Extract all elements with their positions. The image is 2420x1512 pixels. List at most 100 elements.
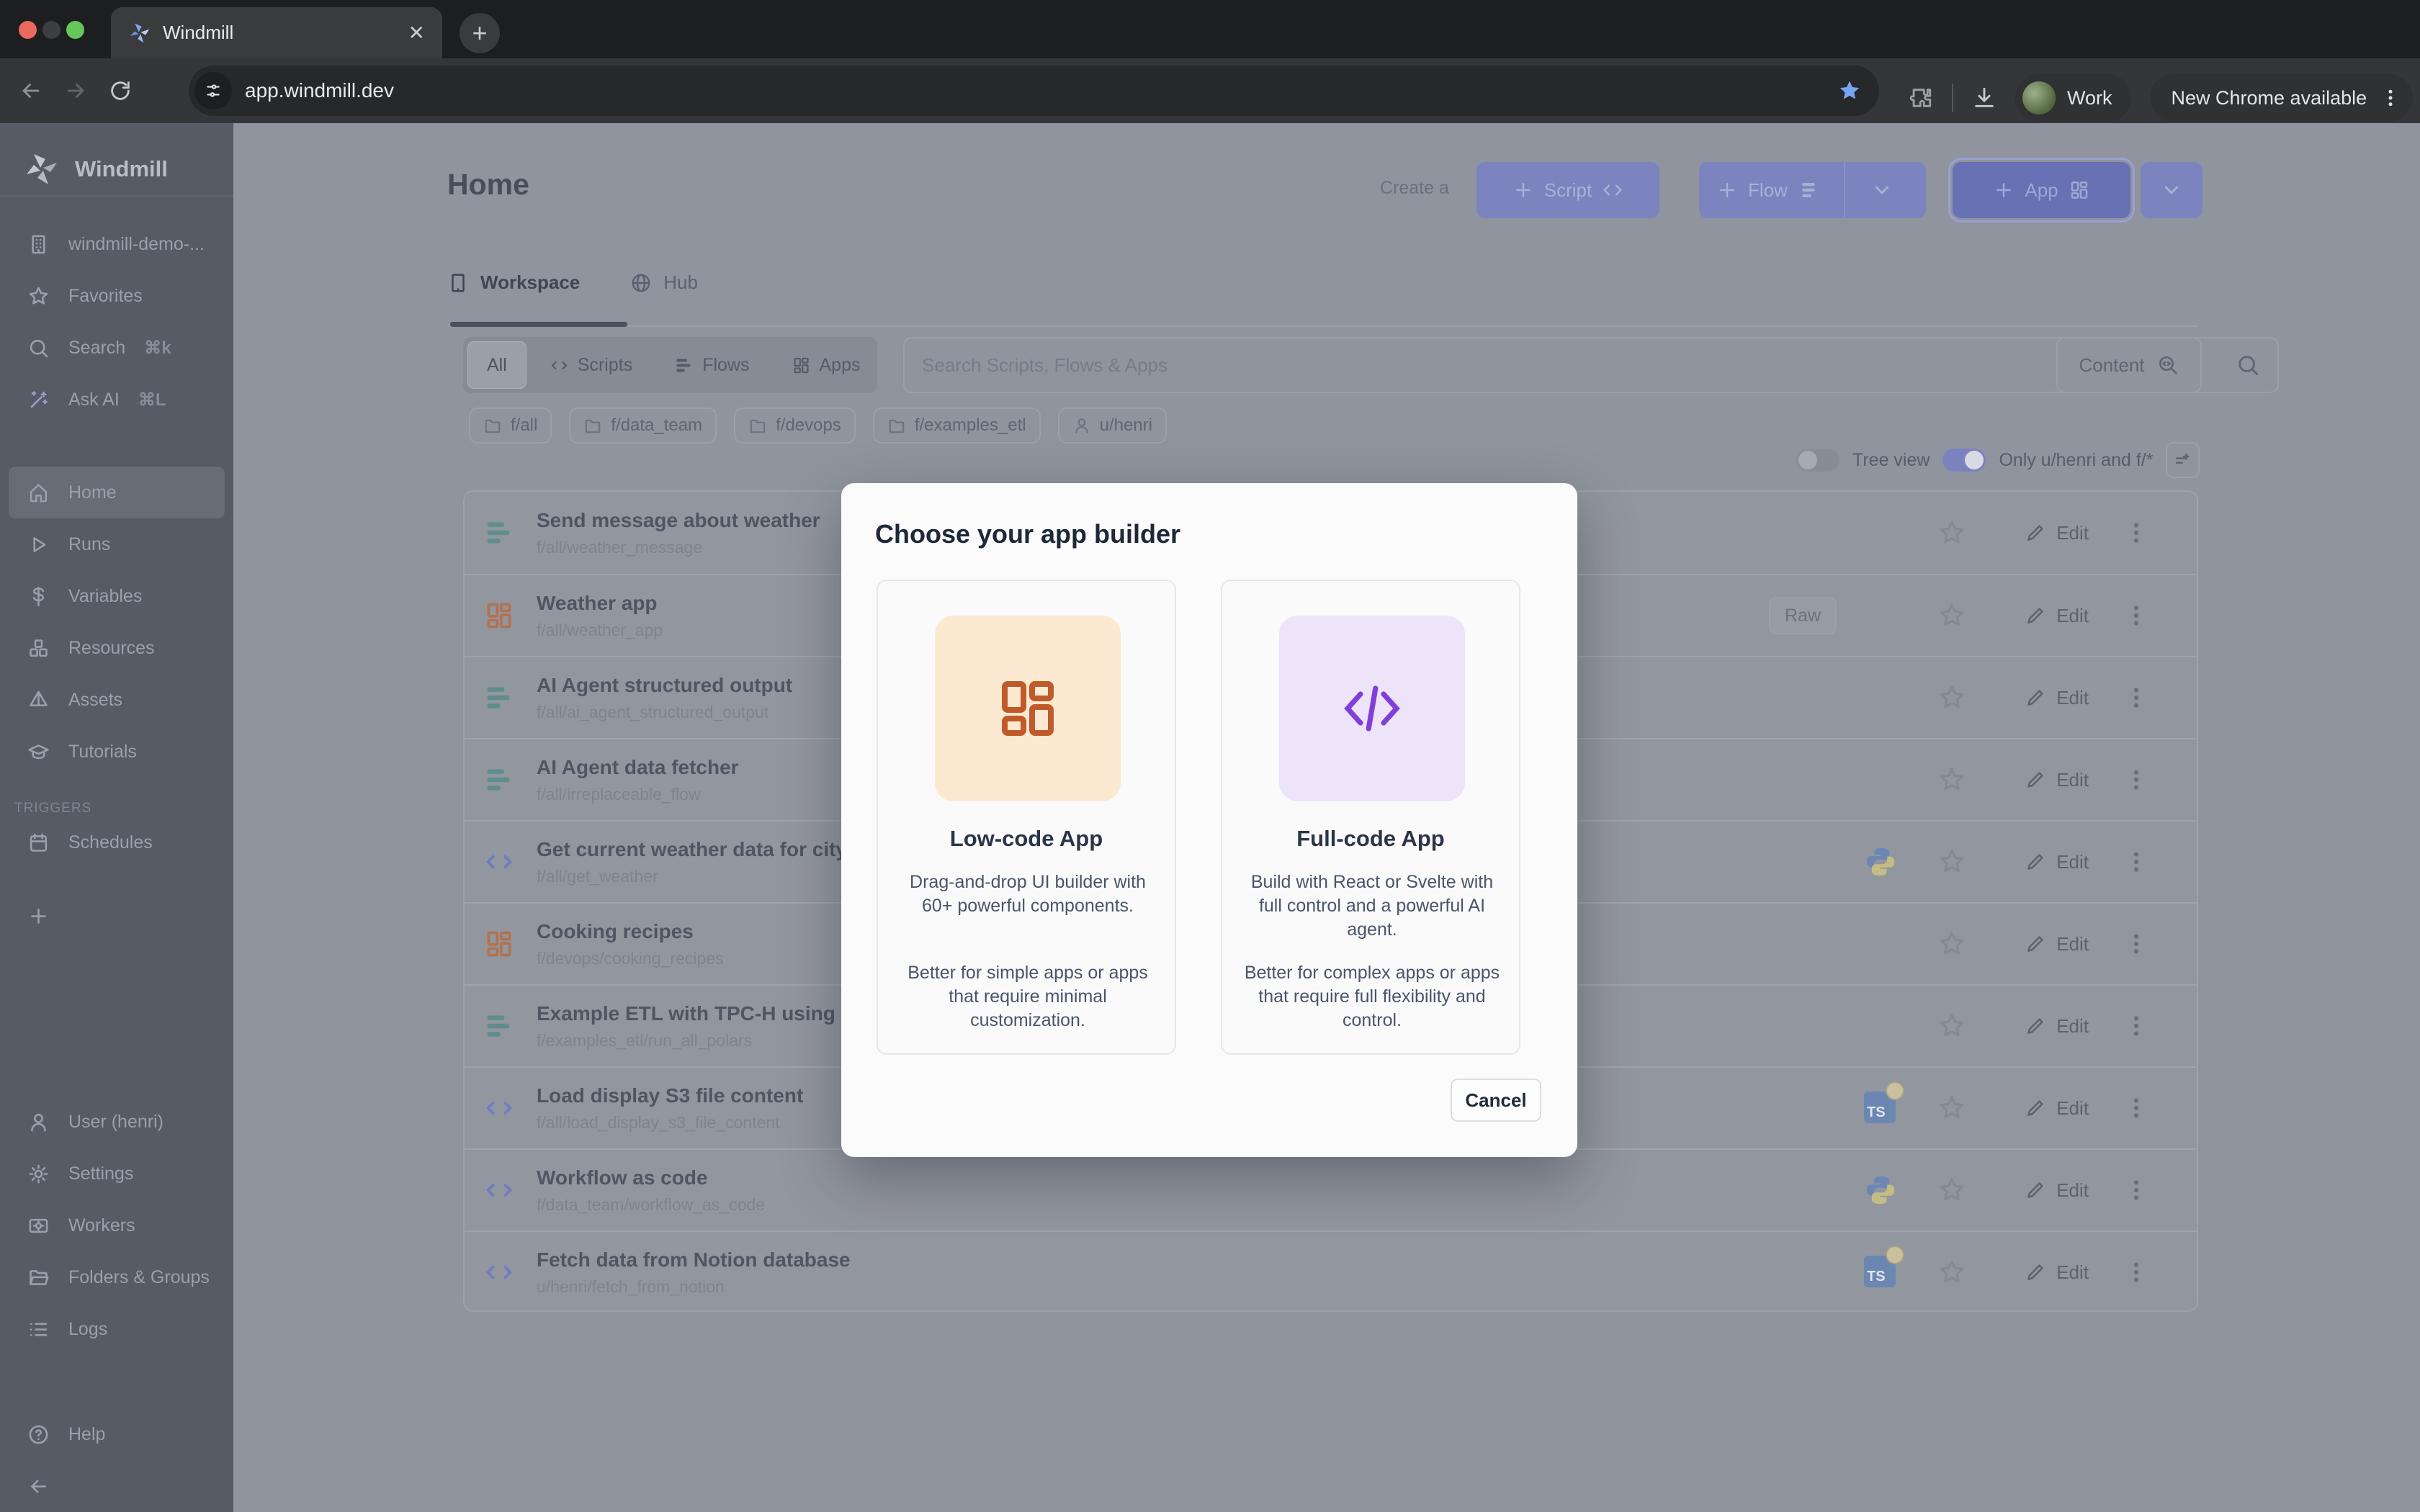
chip-label: u/henri: [1100, 415, 1152, 436]
row-menu-kebab-icon: [2123, 1176, 2149, 1205]
sidebar-triggers-group: Schedules: [0, 816, 233, 868]
address-bar[interactable]: app.windmill.dev: [189, 66, 1879, 116]
list-item[interactable]: Fetch data from Notion databaseu/henri/f…: [465, 1230, 2197, 1312]
ts-box: TS: [1864, 1092, 1896, 1123]
extensions-puzzle-icon[interactable]: [1909, 86, 1933, 110]
list-item[interactable]: Workflow as codef/data_team/workflow_as_…: [465, 1148, 2197, 1230]
close-window-button[interactable]: [19, 21, 37, 39]
filter-scripts[interactable]: Scripts: [531, 341, 651, 389]
chrome-update-chip[interactable]: New Chrome available: [2150, 74, 2414, 122]
chip-f-all[interactable]: f/all: [469, 408, 552, 444]
edit-button[interactable]: Edit: [2025, 769, 2089, 791]
sidebar-item-resources[interactable]: Resources: [0, 622, 233, 674]
zoom-window-button[interactable]: [66, 21, 84, 39]
chip-f-devops[interactable]: f/devops: [734, 408, 856, 444]
sidebar-item-runs[interactable]: Runs: [0, 518, 233, 570]
chip-f-data-team[interactable]: f/data_team: [569, 408, 717, 444]
chip-f-examples-etl[interactable]: f/examples_etl: [873, 408, 1041, 444]
owner-filter-toggle[interactable]: [1942, 449, 1986, 472]
item-path: f/all/load_display_s3_file_content: [537, 1113, 803, 1133]
row-menu-kebab-icon: [2123, 1012, 2149, 1040]
create-app-dropdown-button[interactable]: [2141, 162, 2202, 218]
downloads-icon[interactable]: [1972, 86, 1996, 110]
profile-chip[interactable]: Work: [2015, 74, 2131, 122]
ts-box: TS: [1864, 1256, 1896, 1287]
favorite-star-icon: [1937, 683, 1966, 712]
edit-label: Edit: [2056, 769, 2089, 791]
edit-button[interactable]: Edit: [2025, 851, 2089, 873]
filter-flows[interactable]: Flows: [655, 341, 768, 389]
sidebar-add-button[interactable]: [0, 890, 233, 942]
sidebar-item-settings[interactable]: Settings: [0, 1148, 233, 1200]
advanced-filter-button[interactable]: [2166, 442, 2200, 478]
forward-icon[interactable]: [63, 78, 88, 103]
play-icon: [27, 534, 50, 556]
tab-hub[interactable]: Hub: [630, 271, 698, 294]
url-text[interactable]: app.windmill.dev: [245, 79, 1837, 102]
view-options-row: Tree view Only u/henri and f/*: [1796, 443, 2200, 477]
sidebar-item-logs[interactable]: Logs: [0, 1303, 233, 1355]
sidebar-item-ask-ai[interactable]: Ask AI⌘L: [0, 374, 233, 426]
tab-workspace[interactable]: Workspace: [447, 271, 580, 294]
site-settings-icon[interactable]: [194, 72, 232, 109]
sidebar-item-label: Search: [68, 338, 125, 359]
reload-icon[interactable]: [108, 78, 133, 103]
tab-close-icon[interactable]: ✕: [408, 21, 425, 45]
sidebar-item-favorites[interactable]: Favorites: [0, 270, 233, 322]
edit-button[interactable]: Edit: [2025, 1015, 2089, 1038]
edit-button[interactable]: Edit: [2025, 933, 2089, 955]
back-icon[interactable]: [19, 78, 43, 103]
content-search-button[interactable]: Content: [2056, 337, 2202, 393]
sidebar-item-search[interactable]: Search ⌘k: [0, 322, 233, 374]
edit-button[interactable]: Edit: [2025, 1261, 2089, 1284]
edit-button[interactable]: Edit: [2025, 1097, 2089, 1120]
item-path: f/all/ai_agent_structured_output: [537, 703, 792, 722]
create-script-button[interactable]: Script: [1476, 162, 1659, 218]
sidebar-item-windmill-demo[interactable]: windmill-demo-...: [0, 218, 233, 270]
wand-icon: [27, 389, 50, 411]
browser-toolbar: app.windmill.dev Work New Chrome availab…: [0, 58, 2420, 123]
chip-u-henri[interactable]: u/henri: [1058, 408, 1167, 444]
new-tab-button[interactable]: +: [460, 13, 500, 53]
item-title: AI Agent data fetcher: [537, 756, 739, 779]
sidebar-item-help[interactable]: Help: [0, 1408, 233, 1460]
cancel-button[interactable]: Cancel: [1451, 1079, 1541, 1122]
sidebar-item-home[interactable]: Home: [9, 467, 225, 518]
minimize-window-button[interactable]: [42, 21, 60, 39]
edit-button[interactable]: Edit: [2025, 522, 2089, 544]
sidebar-collapse-button[interactable]: [0, 1460, 233, 1512]
listlog-icon: [27, 1318, 50, 1341]
filter-apps[interactable]: Apps: [773, 341, 879, 389]
low-code-app-card[interactable]: Low-code App Drag-and-drop UI builder wi…: [877, 580, 1176, 1055]
item-title: Weather app: [537, 592, 663, 615]
sidebar-item-variables[interactable]: Variables: [0, 570, 233, 622]
typescript-icon: TS: [1864, 1256, 1897, 1289]
sidebar-item-user-henri[interactable]: User (henri): [0, 1096, 233, 1148]
chrome-menu-kebab-icon[interactable]: [2380, 87, 2401, 109]
filter-all[interactable]: All: [467, 341, 526, 389]
full-code-app-card[interactable]: Full-code App Build with React or Svelte…: [1221, 580, 1520, 1055]
create-flow-button[interactable]: Flow: [1699, 162, 1926, 218]
create-app-button[interactable]: App: [1953, 162, 2130, 218]
server-icon: [27, 1215, 50, 1237]
folder-icon: [583, 416, 602, 435]
shortcut-badge: ⌘k: [144, 338, 171, 359]
edit-button[interactable]: Edit: [2025, 687, 2089, 709]
chevron-down-icon[interactable]: [1871, 179, 1893, 201]
sidebar-item-folders-groups[interactable]: Folders & Groups: [0, 1251, 233, 1303]
edit-button[interactable]: Edit: [2025, 1179, 2089, 1202]
sidebar-item-label: User (henri): [68, 1112, 163, 1133]
sidebar-brand[interactable]: Windmill: [0, 123, 233, 195]
tree-view-toggle[interactable]: [1796, 449, 1839, 472]
sidebar-item-assets[interactable]: Assets: [0, 674, 233, 726]
item-path: u/henri/fetch_from_notion: [537, 1277, 851, 1297]
sidebar-item-tutorials[interactable]: Tutorials: [0, 726, 233, 778]
bookmark-star-icon[interactable]: [1837, 78, 1862, 103]
sidebar-item-schedules[interactable]: Schedules: [0, 816, 233, 868]
browser-tab[interactable]: Windmill ✕: [111, 7, 442, 58]
edit-button[interactable]: Edit: [2025, 605, 2089, 627]
script-kind-icon: [483, 1174, 515, 1206]
windmill-logo-icon: [24, 152, 59, 186]
item-text: Send message about weatherf/all/weather_…: [537, 509, 820, 557]
sidebar-item-workers[interactable]: Workers: [0, 1200, 233, 1251]
